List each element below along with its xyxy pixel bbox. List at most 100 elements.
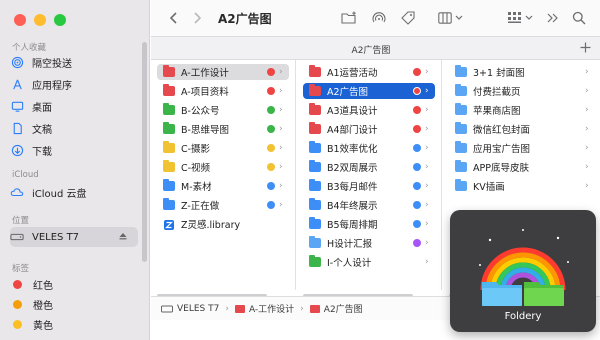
- folder-row[interactable]: A-工作设计 ›: [157, 64, 289, 80]
- chevron-right-icon: ›: [279, 200, 283, 210]
- folder-icon: [309, 179, 321, 191]
- folder-row[interactable]: B4年终展示 ›: [303, 197, 435, 213]
- folder-row[interactable]: 应用宝广告图 ›: [449, 140, 595, 156]
- column-2: A1运营活动 › A2广告图 › A3道具设计 › A4部门设计 › B1效率优化 › B2双周展示…: [297, 60, 442, 298]
- close-window-button[interactable]: [14, 14, 26, 26]
- folder-icon: [309, 304, 320, 313]
- folder-row[interactable]: A-项目资料 ›: [157, 83, 289, 99]
- sidebar-item-icloud-drive[interactable]: iCloud 云盘: [10, 182, 138, 202]
- folder-row[interactable]: B-思维导图 ›: [157, 121, 289, 137]
- color-tag-icon: [413, 68, 421, 76]
- folder-row[interactable]: Z灵感.library: [157, 216, 289, 232]
- view-mode-button[interactable]: [436, 9, 464, 27]
- folder-row[interactable]: H设计汇报 ›: [303, 235, 435, 251]
- chevron-right-icon: ›: [425, 219, 429, 229]
- folder-row[interactable]: APP底导皮肤 ›: [449, 159, 595, 175]
- folder-icon: [455, 103, 467, 115]
- sidebar-item-applications[interactable]: 应用程序: [10, 74, 138, 94]
- document-icon: [10, 121, 24, 135]
- folder-row[interactable]: M-素材 ›: [157, 178, 289, 194]
- chevron-right-icon: [193, 12, 201, 24]
- sidebar-item-label: 应用程序: [32, 80, 72, 92]
- color-tag-icon: [267, 201, 275, 209]
- sidebar-item-veles-t7[interactable]: VELES T7: [10, 227, 138, 247]
- chevron-down-icon: [455, 15, 462, 20]
- path-segment-folder[interactable]: A-工作设计: [234, 302, 294, 315]
- folder-name: B4年终展示: [327, 201, 378, 212]
- more-button[interactable]: [545, 9, 561, 27]
- folder-icon: [309, 217, 321, 229]
- forward-button[interactable]: [189, 9, 205, 27]
- new-folder-button[interactable]: [340, 9, 360, 27]
- folder-row[interactable]: B-公众号 ›: [157, 102, 289, 118]
- folder-row[interactable]: 付费拦截页 ›: [449, 83, 595, 99]
- folder-row[interactable]: A1运营活动 ›: [303, 64, 435, 80]
- color-tag-icon: [413, 258, 421, 266]
- sidebar-item-desktop[interactable]: 桌面: [10, 96, 138, 116]
- folder-row[interactable]: A4部门设计 ›: [303, 121, 435, 137]
- color-tag-icon: [267, 163, 275, 171]
- sidebar-item-airdrop[interactable]: 隔空投送: [10, 52, 138, 72]
- folder-row[interactable]: B3每月邮件 ›: [303, 178, 435, 194]
- yellow-tag-icon: [13, 319, 22, 329]
- chevron-right-icon: ›: [425, 257, 429, 267]
- folder-name: 付费拦截页: [473, 87, 521, 98]
- path-segment-folder[interactable]: A2广告图: [309, 302, 363, 315]
- folder-icon: [163, 198, 175, 210]
- folder-row[interactable]: Z-正在做 ›: [157, 197, 289, 213]
- tags-button[interactable]: [398, 9, 418, 27]
- folder-row[interactable]: 微信红包封面 ›: [449, 121, 595, 137]
- folder-name: APP底导皮肤: [473, 163, 529, 174]
- folder-row[interactable]: B5每周排期 ›: [303, 216, 435, 232]
- folder-row[interactable]: B2双周展示 ›: [303, 159, 435, 175]
- search-button[interactable]: [570, 9, 588, 27]
- folder-row[interactable]: KV插画 ›: [449, 178, 595, 194]
- folder-icon: [455, 84, 467, 96]
- window-title: A2广告图: [218, 12, 272, 26]
- color-tag-icon: [413, 239, 421, 247]
- folder-icon: [163, 179, 175, 191]
- column-1: A-工作设计 › A-项目资料 › B-公众号 › B-思维导图 › C-摄影 › C-视频 › M-素…: [151, 60, 296, 298]
- folder-row[interactable]: A3道具设计 ›: [303, 102, 435, 118]
- sidebar-item-documents[interactable]: 文稿: [10, 118, 138, 138]
- folder-row[interactable]: 苹果商店图 ›: [449, 102, 595, 118]
- airdrop-button[interactable]: [369, 9, 389, 27]
- folder-name: 微信红包封面: [473, 125, 531, 136]
- color-tag-icon: [413, 201, 421, 209]
- zoom-window-button[interactable]: [54, 14, 66, 26]
- folder-row[interactable]: 3+1 封面图 ›: [449, 64, 595, 80]
- sidebar-item-downloads[interactable]: 下载: [10, 140, 138, 160]
- folder-row[interactable]: A2广告图 ›: [303, 83, 435, 99]
- foldery-app-overlay[interactable]: Foldery: [450, 210, 596, 332]
- tag-icon: [401, 11, 415, 25]
- search-icon: [572, 11, 586, 25]
- tab-current[interactable]: A2广告图: [151, 43, 591, 56]
- sidebar-item-tag-red[interactable]: 红色: [10, 274, 138, 294]
- finder-window: 个人收藏 隔空投送 应用程序 桌面 文稿 下载 iCloud iCloud 云盘…: [0, 0, 600, 340]
- chevron-right-icon: ›: [585, 86, 589, 96]
- folder-row[interactable]: B1效率优化 ›: [303, 140, 435, 156]
- folder-name: KV插画: [473, 182, 505, 193]
- folder-row[interactable]: I-个人设计 ›: [303, 254, 435, 270]
- color-tag-icon: [267, 125, 275, 133]
- sidebar-scrollbar[interactable]: [142, 42, 147, 262]
- group-button[interactable]: [506, 9, 534, 27]
- folder-row[interactable]: C-摄影 ›: [157, 140, 289, 156]
- applications-icon: [10, 77, 24, 91]
- folder-icon: [309, 84, 321, 96]
- sidebar-item-label: 文稿: [32, 124, 52, 136]
- minimize-window-button[interactable]: [34, 14, 46, 26]
- back-button[interactable]: [165, 9, 181, 27]
- color-tag-icon: [413, 182, 421, 190]
- folder-icon: [163, 84, 175, 96]
- new-tab-button[interactable]: [579, 41, 592, 57]
- chevron-right-icon: ›: [585, 105, 589, 115]
- chevron-right-icon: ›: [425, 162, 429, 172]
- sidebar-item-tag-orange[interactable]: 橙色: [10, 294, 138, 314]
- path-segment-drive[interactable]: VELES T7: [161, 304, 219, 314]
- folder-row[interactable]: C-视频 ›: [157, 159, 289, 175]
- eject-icon[interactable]: [118, 231, 128, 244]
- color-tag-icon: [267, 220, 275, 228]
- sidebar-item-label: 隔空投送: [32, 58, 72, 70]
- sidebar-item-tag-yellow[interactable]: 黄色: [10, 314, 138, 334]
